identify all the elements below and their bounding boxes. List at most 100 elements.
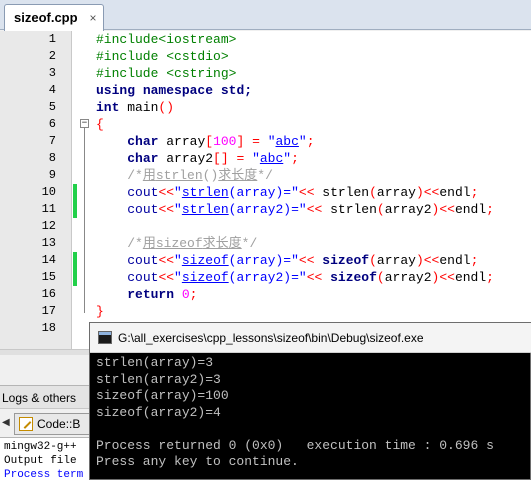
code-token: " [298,134,307,149]
console-titlebar[interactable]: G:\all_exercises\cpp_lessons\sizeof\bin\… [90,323,531,353]
code-line: 13 /*用sizeof求长度*/ [0,235,531,252]
code-editor[interactable]: 1 #include<iostream> 2 #include <cstdio>… [0,31,531,349]
modified-line-marker [73,269,77,286]
code-token: /* [127,236,143,251]
line-number: 12 [41,219,56,233]
tab-scroll-left-icon[interactable]: ◀ [2,417,10,428]
code-token: << [298,253,323,268]
logs-output: mingw32-g++ Output file Process term [0,437,90,480]
code-token: [ [205,134,214,149]
code-token: endl [454,202,487,217]
code-token: */ [257,168,273,183]
code-token: ; [291,151,299,166]
code-token: #include <cstdio> [96,49,229,64]
console-window[interactable]: G:\all_exercises\cpp_lessons\sizeof\bin\… [89,322,531,480]
code-token: sizeof [155,236,203,251]
code-token: ; [306,134,315,149]
code-token: strlen [181,202,229,217]
tab-label: sizeof.cpp [14,10,78,25]
code-token: char [127,134,159,149]
line-number: 13 [41,236,56,250]
console-title: G:\all_exercises\cpp_lessons\sizeof\bin\… [118,331,424,345]
line-number: 6 [48,117,56,131]
console-line: sizeof(array)=100 [96,388,229,403]
code-line: 8 char array2[] = "abc"; [0,150,531,167]
code-line: 17 } [0,303,531,320]
code-token: /* [127,168,143,183]
logs-panel: Logs & others ◀ Code::B mingw32-g++ Outp… [0,355,90,480]
code-line: 2 #include <cstdio> [0,48,531,65]
code-token: } [96,304,104,319]
code-line: 14 cout<<"sizeof(array)="<< sizeof(array… [0,252,531,269]
close-icon[interactable]: × [87,12,99,24]
code-token: 100 [213,134,237,149]
fold-toggle-icon[interactable]: − [80,119,89,128]
code-token: strlen [181,185,229,200]
code-token: = [228,151,253,166]
code-token: " [174,202,182,217]
code-token: (array2)=" [228,270,307,285]
line-number: 5 [48,100,56,114]
line-number: 17 [41,304,56,318]
code-token: 0 [174,287,190,302]
tab-codeblocks-log[interactable]: Code::B [14,413,90,435]
code-token: cout [127,185,159,200]
code-line: 10 cout<<"strlen(array)="<< strlen(array… [0,184,531,201]
modified-line-marker [73,201,77,218]
code-token: #include <cstring> [96,66,237,81]
code-token: ) [415,185,424,200]
code-token: abc [259,151,284,166]
console-line: strlen(array2)=3 [96,371,221,387]
code-token: (array)=" [228,185,299,200]
code-token: << [306,202,323,217]
code-token: " [174,185,182,200]
line-number: 16 [41,287,56,301]
code-token: " [174,253,182,268]
line-number: 10 [41,185,56,199]
code-token: " [252,151,260,166]
code-line: 4 using namespace std; [0,82,531,99]
code-token: 求长度 [218,168,258,183]
code-line: 7 char array[100] = "abc"; [0,133,531,150]
line-number: 9 [48,168,56,182]
code-token: << [158,185,175,200]
code-token: << [423,253,440,268]
code-token: () [158,100,175,115]
code-token: << [298,185,315,200]
code-token: << [306,270,331,285]
code-token: endl [454,270,487,285]
tab-sizeof-cpp[interactable]: sizeof.cpp × [4,4,104,31]
code-token: << [439,270,455,285]
code-token: abc [275,134,299,149]
code-token: char [127,151,159,166]
code-token: array [158,134,206,149]
code-token: sizeof [181,253,229,268]
modified-line-marker [73,252,77,269]
code-token: { [96,117,104,132]
code-token: ( [376,202,385,217]
code-token: ( [369,253,377,268]
code-token: main [119,100,159,115]
console-line: strlen(array)=3 [96,355,214,370]
console-line: Process returned 0 (0x0) execution time … [96,437,494,453]
code-token: std; [213,83,253,98]
code-token: [] [213,151,229,166]
code-token: " [267,134,276,149]
line-number: 11 [41,202,56,216]
line-number: 1 [48,32,56,46]
code-token: sizeof [322,253,370,268]
code-token: << [158,202,175,217]
log-edit-icon [19,417,33,431]
code-token: ( [376,270,385,285]
line-number: 4 [48,83,56,97]
log-line: Process term [4,469,84,480]
code-line: 6 − { [0,116,531,133]
console-line: sizeof(array2)=4 [96,404,221,420]
code-line: 9 /*用strlen()求长度*/ [0,167,531,184]
code-token: (array2)=" [228,202,307,217]
line-number: 8 [48,151,56,165]
log-line: mingw32-g++ [4,441,77,453]
code-token: array2 [158,151,214,166]
code-token: strlen [322,202,377,217]
